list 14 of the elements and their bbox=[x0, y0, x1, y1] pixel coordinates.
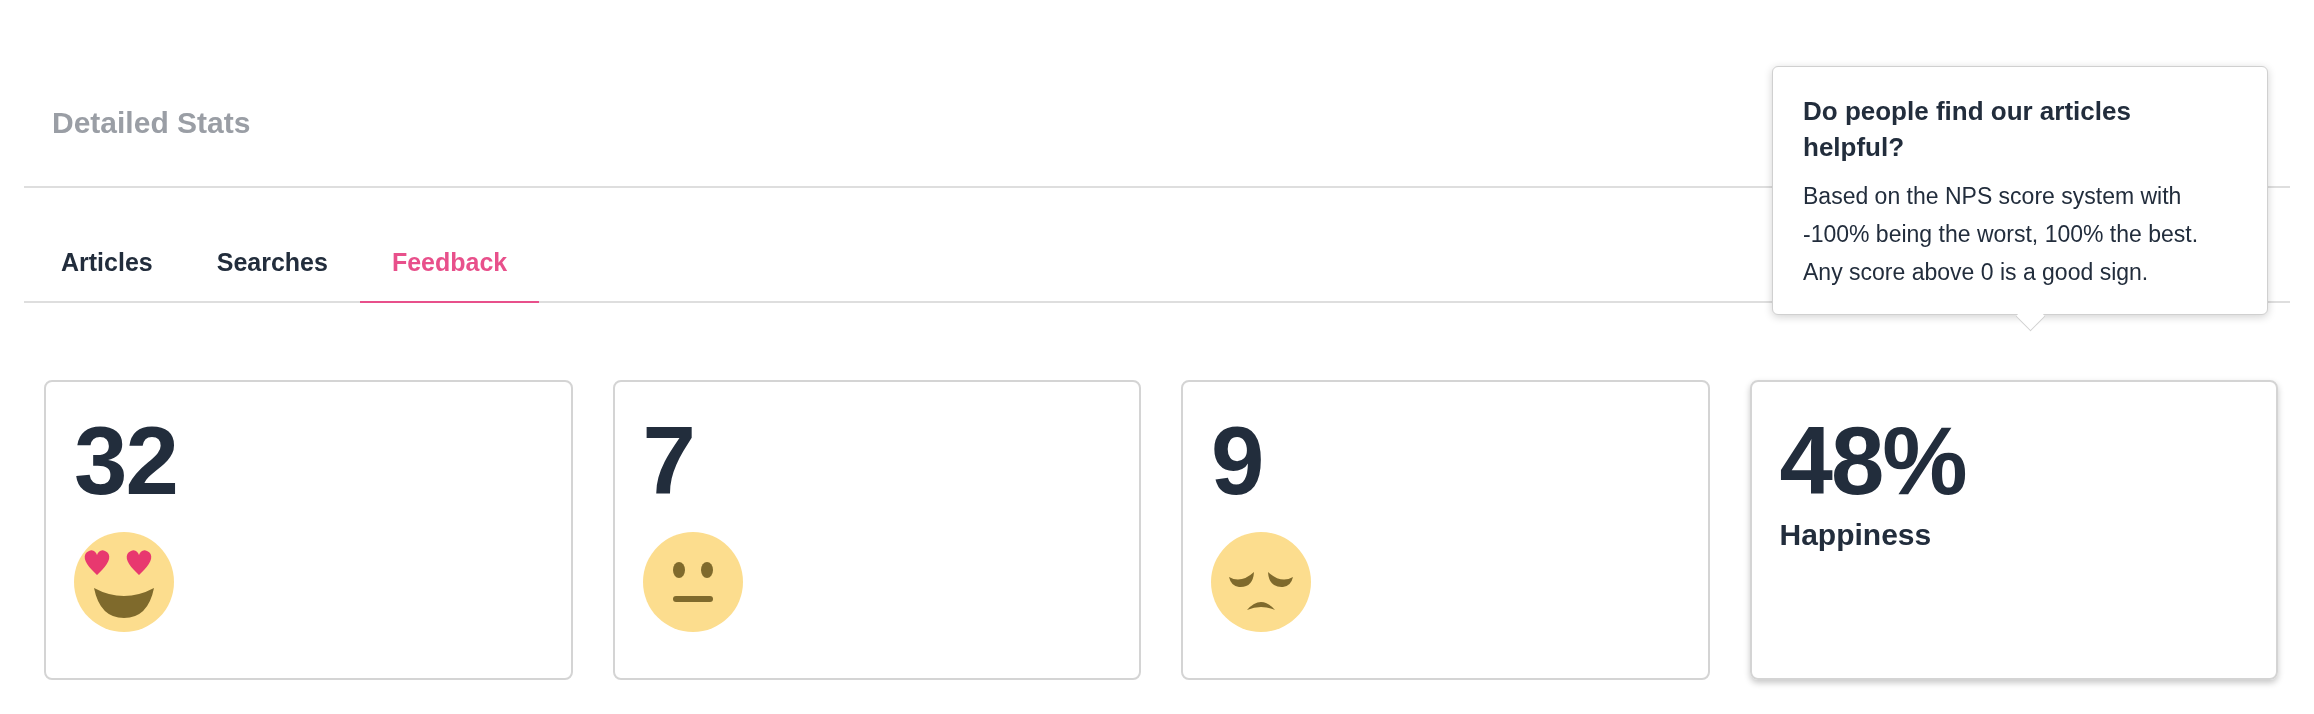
tab[interactable]: Feedback bbox=[359, 240, 540, 303]
stat-value: 9 bbox=[1211, 408, 1263, 514]
tab[interactable]: Searches bbox=[184, 240, 360, 303]
stat-label: Happiness bbox=[1779, 517, 1932, 552]
stat-value: 32 bbox=[74, 408, 177, 514]
tooltip-title: Do people find our articles helpful? bbox=[1803, 95, 2132, 165]
tab[interactable]: Articles bbox=[29, 240, 185, 303]
heart-eyes-face-icon bbox=[74, 531, 174, 632]
tooltip-text: Based on the NPS score system with -100% being the worst, 100% the best. Any score above 0 is a good sign. bbox=[1803, 181, 2200, 287]
sad-face-icon bbox=[1211, 531, 1311, 632]
stat-value: 7 bbox=[642, 408, 694, 514]
stat-value: 48% bbox=[1779, 408, 1966, 514]
section-title: Detailed Stats bbox=[52, 106, 251, 140]
neutral-face-icon bbox=[642, 531, 743, 632]
